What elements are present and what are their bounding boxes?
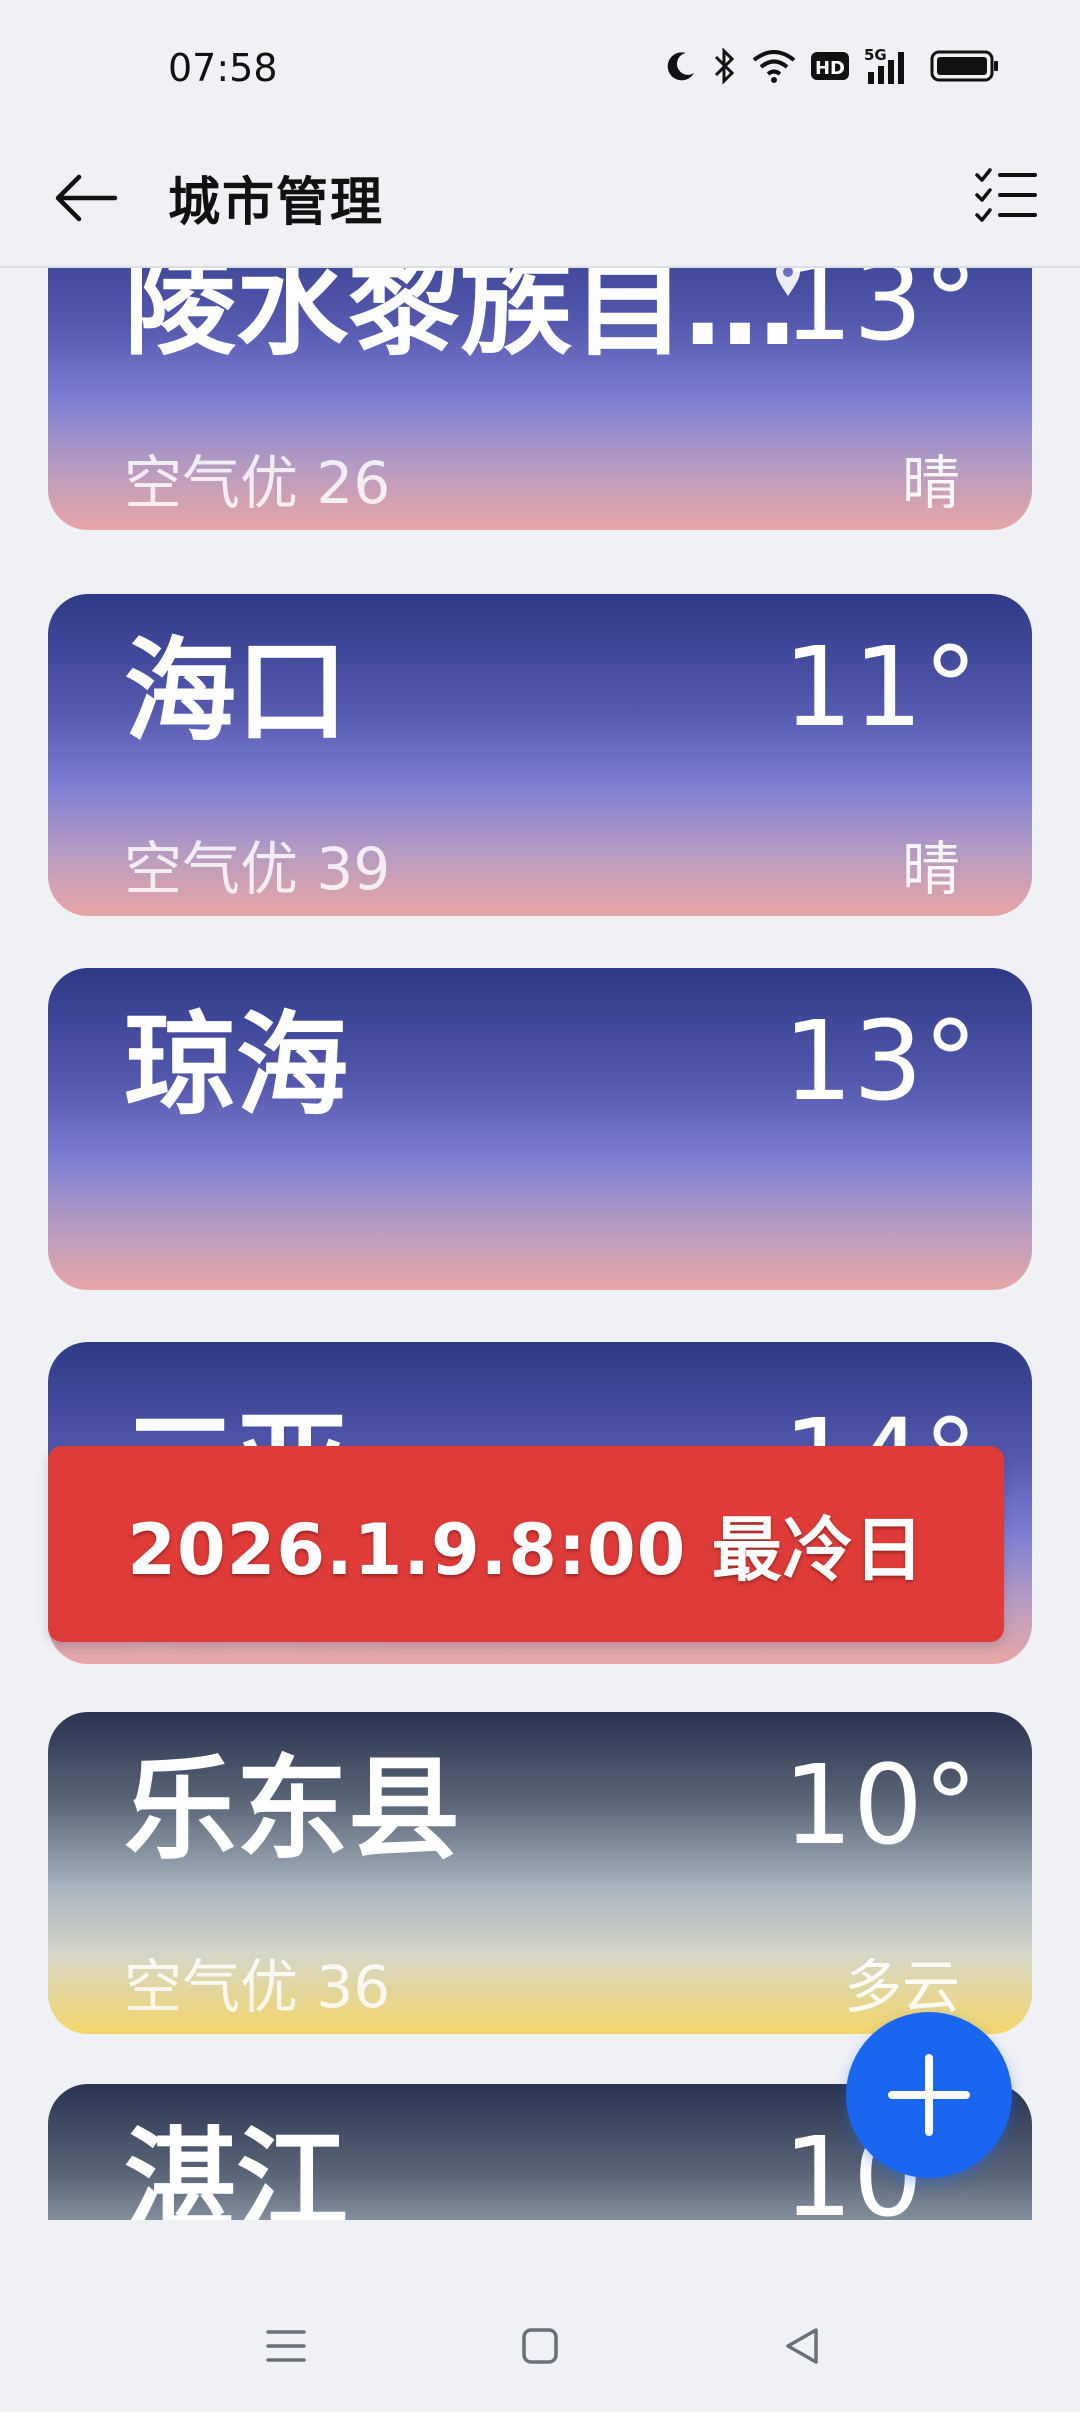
recent-apps-button[interactable] (256, 2316, 316, 2376)
status-bar: 07:58 HD 5G (0, 0, 1080, 140)
air-quality: 空气优 26 (124, 449, 391, 517)
status-time: 07:58 (168, 46, 278, 90)
city-name: 海口 (124, 627, 348, 757)
home-button[interactable] (510, 2316, 570, 2376)
plus-icon (888, 2054, 970, 2136)
city-card-ledong[interactable]: 乐东县 10° 空气优 36 多云 (48, 1712, 1032, 2034)
status-icons: HD 5G (664, 44, 1000, 88)
air-quality: 空气优 36 (124, 1953, 391, 2021)
city-temp: 13° (783, 268, 978, 365)
weather-condition: 晴 (901, 449, 960, 517)
app-header: 城市管理 (0, 140, 1080, 268)
moon-icon (664, 49, 698, 83)
page-title: 城市管理 (168, 173, 385, 233)
air-quality: 空气优 39 (124, 835, 391, 903)
city-temp: 11° (783, 623, 978, 751)
back-arrow-icon (55, 174, 118, 222)
coldest-day-banner: 2026.1.9.8:00 最冷日 (48, 1446, 1004, 1642)
city-name: 湛江 (124, 2117, 348, 2220)
city-card-haikou[interactable]: 海口 11° 空气优 39 晴 (48, 594, 1032, 916)
back-triangle-icon (786, 2328, 818, 2364)
city-card-lingshui[interactable]: 陵水黎族自… 13° 空气优 26 晴 (48, 268, 1032, 530)
city-name: 陵水黎族自… (124, 268, 796, 371)
hd-icon: HD (810, 49, 850, 83)
city-card-qionghai[interactable]: 琼海 13° (48, 968, 1032, 1290)
5g-signal-icon: 5G (864, 46, 916, 86)
system-nav-bar (0, 2280, 1080, 2412)
checklist-icon (975, 168, 1037, 222)
network-label: 5G (864, 46, 887, 64)
city-temp: 13° (783, 997, 978, 1125)
banner-text: 2026.1.9.8:00 最冷日 (127, 1508, 925, 1591)
home-icon (522, 2328, 558, 2364)
wifi-icon (752, 48, 796, 84)
city-name: 琼海 (124, 1001, 348, 1131)
city-list: 陵水黎族自… 13° 空气优 26 晴 海口 11° 空气优 39 晴 琼海 1… (0, 268, 1080, 2220)
weather-condition: 晴 (901, 835, 960, 903)
edit-list-button[interactable] (970, 160, 1042, 232)
back-nav-button[interactable] (772, 2316, 832, 2376)
menu-icon (266, 2330, 306, 2362)
back-button[interactable] (50, 162, 122, 234)
weather-condition: 多云 (843, 1953, 960, 2021)
battery-icon (930, 49, 1000, 83)
city-name: 乐东县 (124, 1745, 460, 1875)
city-temp: 10° (783, 1741, 978, 1869)
hd-label: HD (815, 58, 845, 79)
bluetooth-icon (712, 47, 738, 85)
add-city-button[interactable] (846, 2012, 1012, 2178)
